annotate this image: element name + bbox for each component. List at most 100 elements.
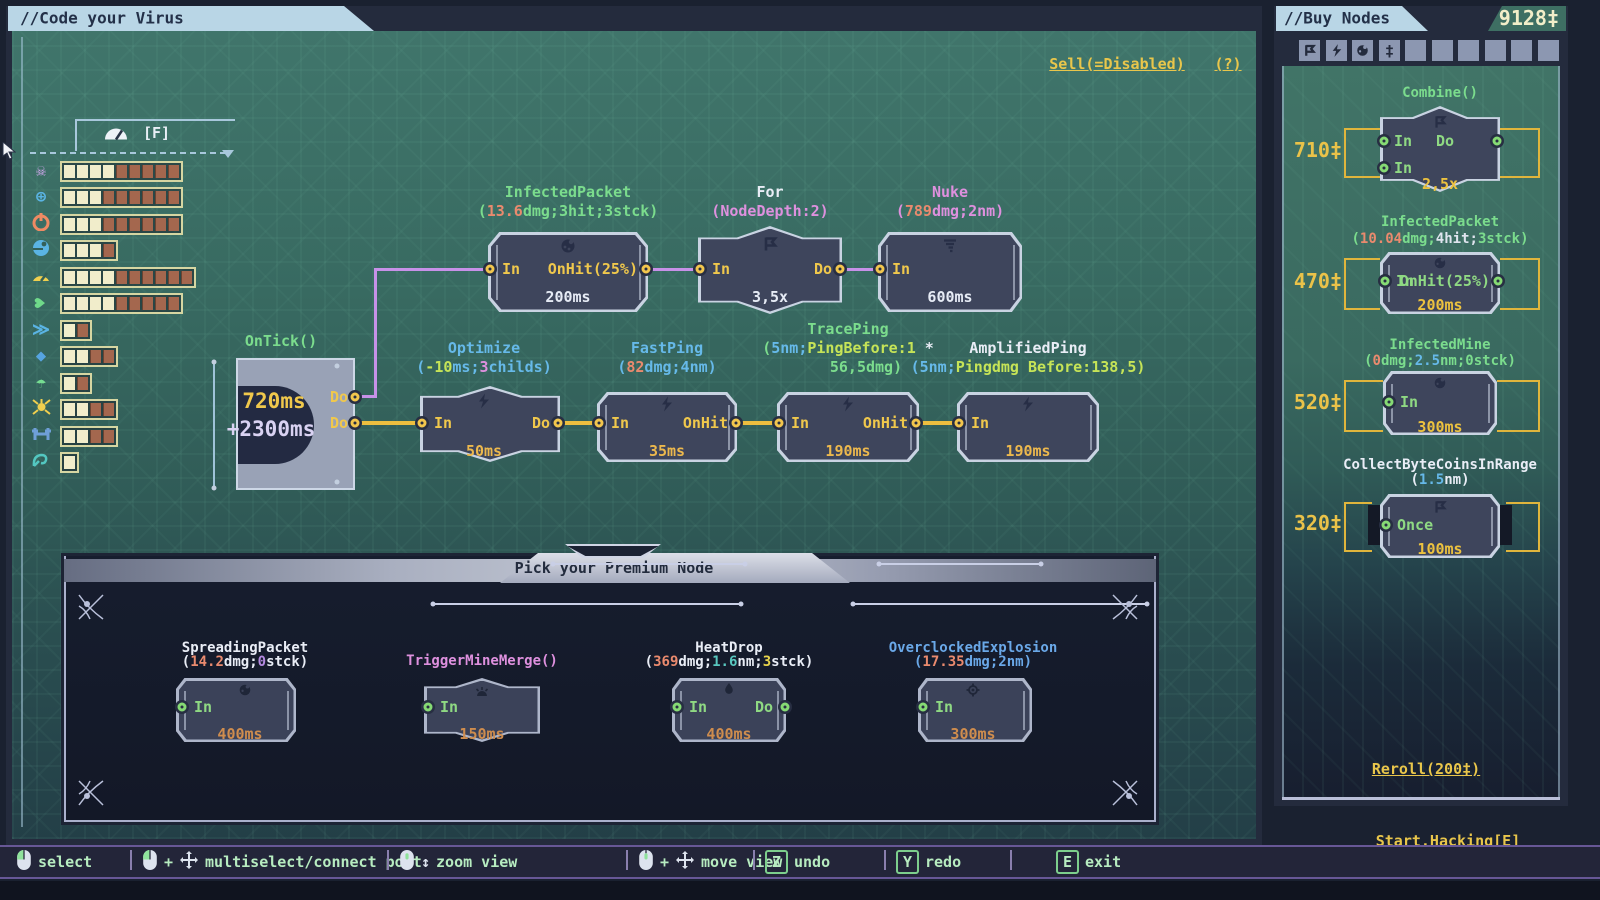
hint-redo: Y redo	[896, 847, 961, 877]
port-in[interactable]	[1380, 137, 1389, 146]
node-time: 200ms	[545, 288, 590, 306]
port-out-do[interactable]	[351, 393, 360, 402]
node-sub-fastping: (82dmg;4nm)	[617, 358, 716, 376]
port-in[interactable]	[1381, 277, 1390, 286]
wire-purple	[374, 268, 377, 398]
port-in[interactable]	[1385, 398, 1394, 407]
shop-sub-infectedpacket: (10.04dmg;4hit;3stck)	[1351, 231, 1528, 247]
tab-empty[interactable]	[1485, 40, 1506, 61]
hint-label: zoom view	[436, 853, 517, 871]
tab-virus-nodes[interactable]	[1352, 40, 1373, 61]
port-label-in: In	[502, 260, 520, 278]
lightning-icon	[660, 397, 674, 412]
decor-line	[878, 563, 1042, 565]
plus-sign: +	[164, 853, 173, 871]
hud-mode-key[interactable]: [F]	[143, 124, 170, 142]
port-in[interactable]	[955, 419, 964, 428]
node-time: 50ms	[466, 442, 502, 460]
stat-bar	[60, 452, 79, 473]
port-in[interactable]	[919, 703, 928, 712]
tornado-icon	[942, 239, 958, 254]
chevron-down-icon[interactable]	[222, 150, 234, 158]
stat-row	[30, 398, 118, 420]
hud-divider	[30, 152, 226, 154]
sell-link[interactable]: Sell(=Disabled)	[1049, 55, 1184, 73]
node-sub-nuke: (789dmg;2nm)	[896, 202, 1004, 220]
spider-icon	[30, 399, 52, 420]
shop-price: 470‡	[1286, 269, 1342, 293]
tab-for-nodes[interactable]	[1299, 40, 1320, 61]
tab-empty[interactable]	[1511, 40, 1532, 61]
help-link[interactable]: (?)	[1214, 55, 1241, 73]
tab-empty[interactable]	[1405, 40, 1426, 61]
port-out-do[interactable]	[1493, 137, 1502, 146]
lightning-icon	[477, 394, 491, 409]
updown-arrows-icon: ↕	[421, 853, 430, 871]
port-label-in: In	[892, 260, 910, 278]
main-titlebar: //Code your Virus	[6, 6, 1262, 31]
premium-sub-overclockedexplosion: (17.35dmg;2nm)	[914, 654, 1032, 670]
port-out-do[interactable]	[554, 419, 563, 428]
node-title-fastping: FastPing	[631, 339, 703, 357]
tab-ping-nodes[interactable]	[1326, 40, 1347, 61]
node-sub-traceping: (5nm;PingBefore:1 *	[762, 339, 934, 357]
port-in[interactable]	[595, 419, 604, 428]
port-label-in: In	[971, 414, 989, 432]
node-time: 300ms	[1417, 418, 1462, 436]
price-bracket	[1344, 258, 1380, 310]
port-in[interactable]	[775, 419, 784, 428]
port-label-in: In	[434, 414, 452, 432]
node-time: 190ms	[1005, 442, 1050, 460]
flame-icon	[723, 683, 735, 697]
port-out-onhit[interactable]	[912, 419, 921, 428]
main-title: //Code your Virus	[20, 9, 184, 28]
ontick-time: 720ms	[242, 389, 305, 413]
node-title-amplifiedping: AmplifiedPing	[969, 339, 1086, 357]
port-label-in: In	[712, 260, 730, 278]
port-in[interactable]	[876, 265, 885, 274]
port-out-do[interactable]	[836, 265, 845, 274]
tab-sort[interactable]: ‡	[1379, 40, 1400, 61]
port-label-do: Do	[1436, 132, 1454, 150]
shop-sub-collectbytecoins: (1.5nm)	[1410, 472, 1469, 488]
node-title-traceping: TracePing	[807, 320, 888, 338]
stat-bar	[60, 214, 183, 235]
port-in[interactable]	[178, 703, 187, 712]
stat-row: ♥	[30, 292, 183, 314]
shop-price: 520‡	[1286, 390, 1342, 414]
reroll-button[interactable]: Reroll(200‡)	[1372, 760, 1480, 778]
target-icon: ⊕	[30, 187, 52, 207]
port-in[interactable]	[1382, 521, 1391, 530]
tab-empty[interactable]	[1432, 40, 1453, 61]
port-in[interactable]	[424, 703, 433, 712]
separator	[884, 850, 886, 870]
port-label-do: Do	[755, 698, 773, 716]
port-out-do[interactable]	[781, 703, 790, 712]
virus-icon	[1434, 377, 1447, 390]
stat-bar	[60, 399, 118, 420]
node-sub-infectedpacket: (13.6dmg;3hit;3stck)	[478, 202, 659, 220]
premium-sub-spreadingpacket: (14.2dmg;0stck)	[182, 654, 308, 670]
shop-title: //Buy Nodes	[1284, 9, 1390, 28]
mouse-middle-icon	[638, 849, 654, 875]
port-in[interactable]	[418, 419, 427, 428]
port-out-onhit[interactable]	[1494, 277, 1503, 286]
tab-empty[interactable]	[1458, 40, 1479, 61]
node-multiplier: 2,5x	[1422, 175, 1458, 193]
stat-row	[30, 213, 183, 235]
price-bracket	[1497, 380, 1540, 432]
node-title-infectedpacket: InfectedPacket	[505, 183, 631, 201]
ontick-bracket	[213, 362, 215, 488]
stat-bar	[60, 293, 183, 314]
node-time: 190ms	[825, 442, 870, 460]
port-in[interactable]	[673, 703, 682, 712]
port-out-onhit[interactable]	[642, 265, 651, 274]
port-in[interactable]	[486, 265, 495, 274]
port-out-do[interactable]	[351, 419, 360, 428]
premium-header-title: Pick your Premium Node	[515, 559, 714, 577]
tab-empty[interactable]	[1538, 40, 1559, 61]
port-in[interactable]	[696, 265, 705, 274]
hint-label: exit	[1085, 853, 1121, 871]
port-out-onhit[interactable]	[732, 419, 741, 428]
port-in[interactable]	[1380, 164, 1389, 173]
